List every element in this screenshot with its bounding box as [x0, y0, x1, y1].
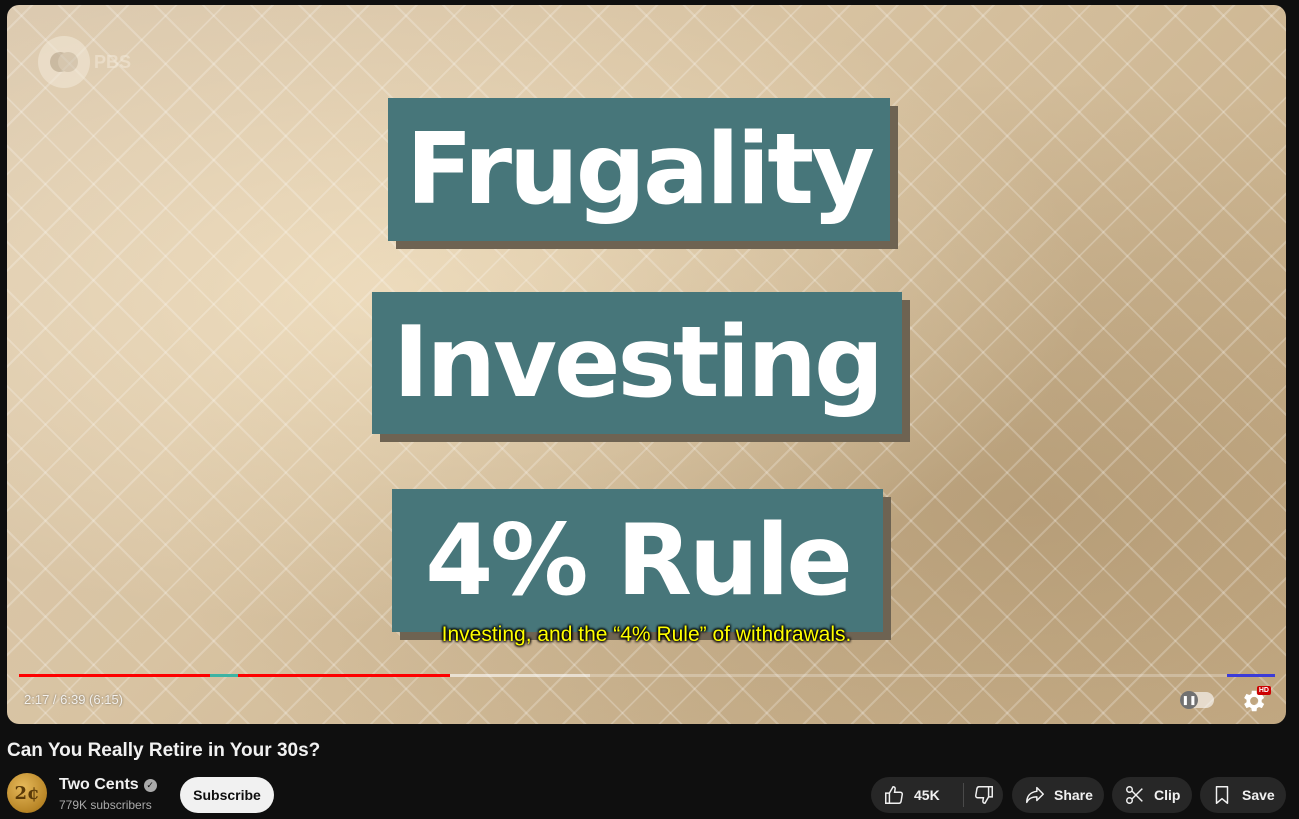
pbs-watermark: PBS: [38, 36, 131, 88]
clip-label: Clip: [1154, 787, 1181, 803]
share-arrow-icon: [1026, 786, 1044, 804]
hd-badge: HD: [1256, 686, 1271, 695]
clip-button[interactable]: Clip: [1112, 777, 1192, 813]
pbs-head-icon: [38, 36, 90, 88]
like-dislike-group: 45K: [871, 777, 1003, 813]
dislike-button[interactable]: [964, 777, 1003, 813]
slide-word-investing: Investing: [372, 292, 902, 434]
video-title: Can You Really Retire in Your 30s?: [7, 740, 321, 761]
channel-avatar[interactable]: 2¢: [7, 773, 47, 813]
closed-caption: Investing, and the “4% Rule” of withdraw…: [441, 623, 852, 646]
slide-word-frugality: Frugality: [388, 98, 890, 241]
save-label: Save: [1242, 787, 1275, 803]
autoplay-toggle[interactable]: ❚❚: [1180, 691, 1214, 709]
share-button[interactable]: Share: [1012, 777, 1104, 813]
thumbs-down-icon: [974, 786, 993, 804]
settings-button[interactable]: HD: [1239, 686, 1271, 715]
progress-bar[interactable]: [19, 674, 1275, 677]
thumbs-up-icon: [885, 786, 903, 804]
verified-check-icon: ✓: [143, 778, 157, 792]
end-segment-marker: [1227, 674, 1275, 677]
subscribe-button[interactable]: Subscribe: [180, 777, 274, 813]
scissors-icon: [1126, 786, 1143, 804]
like-button[interactable]: 45K: [871, 777, 963, 813]
time-display: 2:17 / 6:39 (6:15): [24, 692, 124, 707]
channel-name: Two Cents: [59, 776, 139, 793]
pause-icon: ❚❚: [1180, 691, 1198, 709]
video-player[interactable]: PBS Frugality Investing 4% Rule Investin…: [7, 5, 1286, 724]
subscriber-count: 779K subscribers: [59, 798, 152, 812]
bookmark-icon: [1215, 786, 1229, 804]
share-label: Share: [1054, 787, 1093, 803]
chapter-segment-marker: [210, 674, 238, 677]
slide-word-4-percent-rule: 4% Rule: [392, 489, 883, 632]
pbs-wordmark: PBS: [94, 51, 132, 72]
like-count: 45K: [914, 787, 940, 803]
channel-name-link[interactable]: Two Cents ✓: [59, 776, 157, 794]
save-button[interactable]: Save: [1200, 777, 1286, 813]
